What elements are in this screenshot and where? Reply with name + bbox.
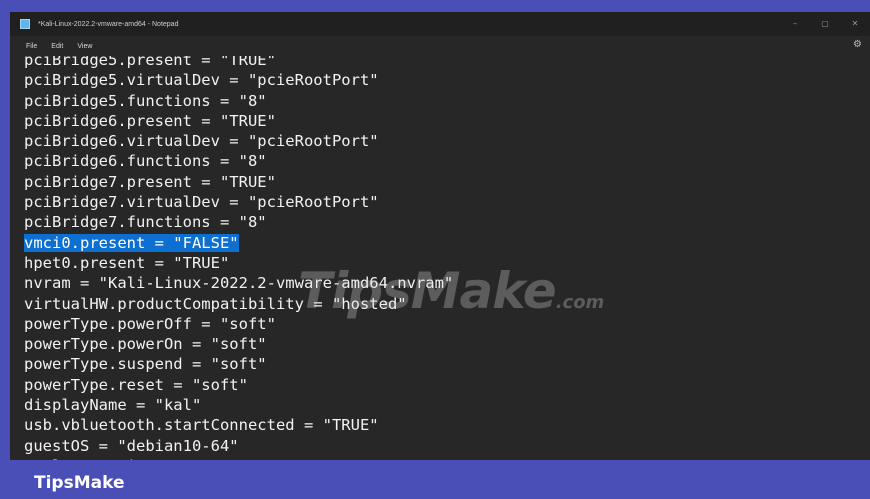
- editor-lines: pciBridge5.present = "TRUE" pciBridge5.vi…: [24, 56, 453, 460]
- line-text: pciBridge7.functions = "8": [24, 213, 267, 232]
- line-text: pciBridge6.virtualDev = "pcieRootPort": [24, 132, 379, 151]
- editor-line[interactable]: powerType.powerOn = "soft": [24, 334, 453, 354]
- title-bar: *Kali-Linux-2022.2-vmware-amd64 - Notepa…: [10, 12, 870, 36]
- editor-line[interactable]: pciBridge6.virtualDev = "pcieRootPort": [24, 131, 453, 151]
- editor-line[interactable]: powerType.suspend = "soft": [24, 354, 453, 374]
- editor-line[interactable]: virtualHW.productCompatibility = "hosted…: [24, 294, 453, 314]
- watermark-suffix: .com: [555, 292, 605, 313]
- editor-line[interactable]: pciBridge5.present = "TRUE": [24, 56, 453, 70]
- editor-line[interactable]: pciBridge6.present = "TRUE": [24, 111, 453, 131]
- editor-line[interactable]: pciBridge7.present = "TRUE": [24, 172, 453, 192]
- line-text: pciBridge6.present = "TRUE": [24, 111, 276, 130]
- gear-icon[interactable]: ⚙: [853, 39, 862, 50]
- line-text: pciBridge6.functions = "8": [24, 152, 267, 171]
- editor-line[interactable]: displayName = "kal": [24, 395, 453, 415]
- line-text: tools.syncTime = "TRUE": [24, 457, 239, 460]
- menu-file[interactable]: File: [24, 43, 39, 50]
- menu-view[interactable]: View: [75, 43, 94, 50]
- close-button[interactable]: ✕: [840, 12, 870, 36]
- notepad-icon: [20, 19, 30, 29]
- line-text: nvram = "Kali-Linux-2022.2-vmware-amd64.…: [24, 274, 454, 293]
- window-title: *Kali-Linux-2022.2-vmware-amd64 - Notepa…: [38, 20, 179, 28]
- line-text: guestOS = "debian10-64": [24, 436, 239, 455]
- editor-line[interactable]: guestOS = "debian10-64": [24, 436, 453, 456]
- notepad-window: *Kali-Linux-2022.2-vmware-amd64 - Notepa…: [10, 12, 870, 460]
- line-text: powerType.suspend = "soft": [24, 355, 267, 374]
- minimize-button[interactable]: –: [780, 12, 810, 36]
- line-text: pciBridge5.present = "TRUE": [24, 56, 276, 69]
- line-text: virtualHW.productCompatibility = "hosted…: [24, 294, 407, 313]
- menu-edit[interactable]: Edit: [49, 43, 65, 50]
- editor-line[interactable]: pciBridge7.functions = "8": [24, 212, 453, 232]
- brand-banner: [0, 462, 870, 499]
- line-text: pciBridge7.virtualDev = "pcieRootPort": [24, 193, 379, 212]
- editor-line[interactable]: pciBridge7.virtualDev = "pcieRootPort": [24, 192, 453, 212]
- line-text: displayName = "kal": [24, 396, 202, 415]
- screenshot-frame: *Kali-Linux-2022.2-vmware-amd64 - Notepa…: [0, 0, 870, 499]
- window-controls: – ▢ ✕: [780, 12, 870, 36]
- editor-line[interactable]: powerType.powerOff = "soft": [24, 314, 453, 334]
- menu-bar: File Edit View ⚙: [10, 36, 870, 56]
- editor-line[interactable]: nvram = "Kali-Linux-2022.2-vmware-amd64.…: [24, 273, 453, 293]
- editor-line[interactable]: usb.vbluetooth.startConnected = "TRUE": [24, 415, 453, 435]
- editor-line[interactable]: powerType.reset = "soft": [24, 375, 453, 395]
- line-text: hpet0.present = "TRUE": [24, 253, 230, 272]
- editor-line[interactable]: pciBridge5.virtualDev = "pcieRootPort": [24, 70, 453, 90]
- line-text: powerType.powerOn = "soft": [24, 335, 267, 354]
- editor-line[interactable]: tools.syncTime = "TRUE": [24, 456, 453, 460]
- editor-line[interactable]: vmci0.present = "FALSE": [24, 233, 453, 253]
- editor-line[interactable]: hpet0.present = "TRUE": [24, 253, 453, 273]
- line-text: powerType.powerOff = "soft": [24, 314, 276, 333]
- text-editor[interactable]: pciBridge5.present = "TRUE" pciBridge5.vi…: [10, 56, 870, 460]
- line-text: pciBridge5.functions = "8": [24, 91, 267, 110]
- editor-line[interactable]: pciBridge6.functions = "8": [24, 151, 453, 171]
- line-text: pciBridge5.virtualDev = "pcieRootPort": [24, 71, 379, 90]
- line-text: powerType.reset = "soft": [24, 375, 248, 394]
- editor-line[interactable]: pciBridge5.functions = "8": [24, 91, 453, 111]
- line-text: pciBridge7.present = "TRUE": [24, 172, 276, 191]
- line-text: usb.vbluetooth.startConnected = "TRUE": [24, 416, 379, 435]
- brand-name: TipsMake: [34, 473, 125, 493]
- maximize-button[interactable]: ▢: [810, 12, 840, 36]
- selected-text: vmci0.present = "FALSE": [24, 233, 239, 252]
